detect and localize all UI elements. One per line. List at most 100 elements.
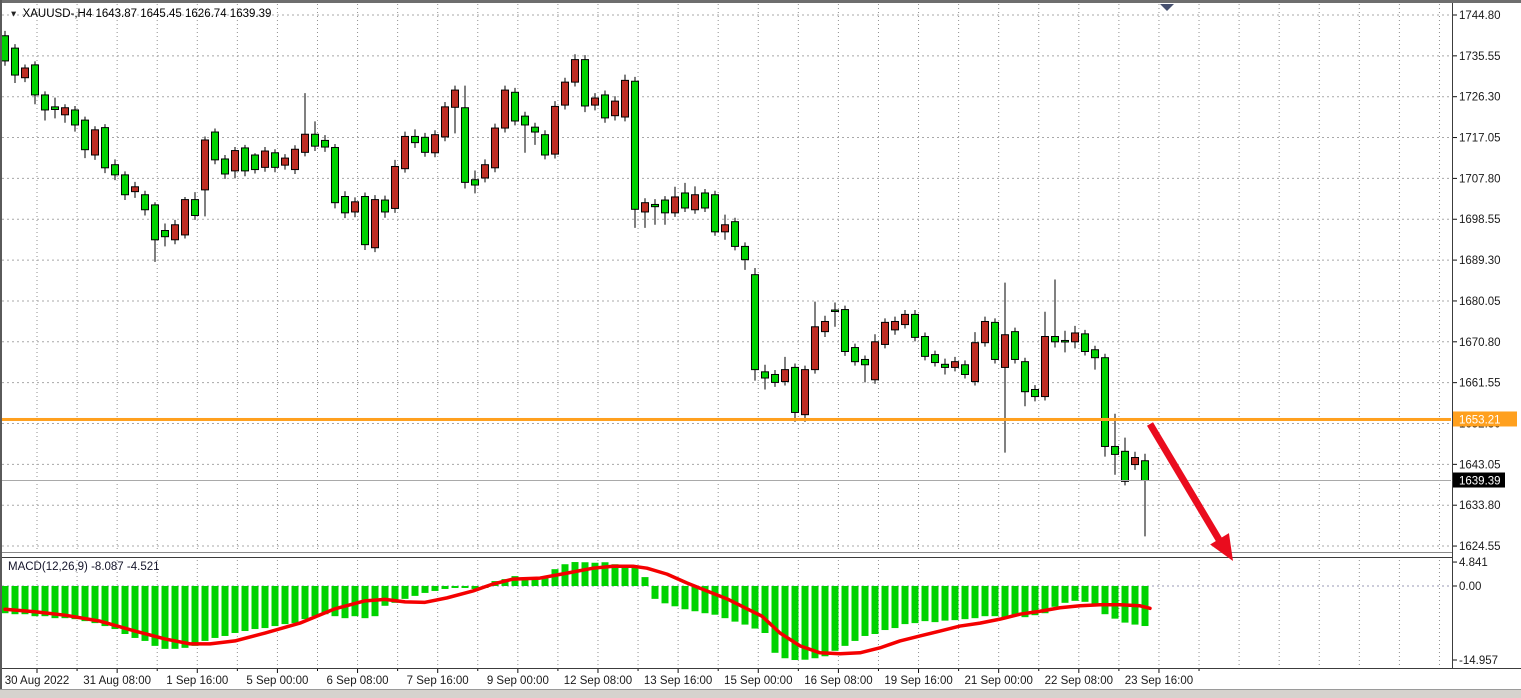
- candle-bear: [152, 205, 159, 240]
- candle-bear: [422, 137, 429, 152]
- macd-bar: [92, 586, 99, 623]
- macd-bar: [752, 586, 759, 629]
- chart-title: ▼ XAUUSD-,H4 1643.87 1645.45 1626.74 163…: [8, 8, 271, 20]
- macd-bar: [982, 586, 989, 616]
- macd-bar: [1012, 586, 1019, 616]
- window-left-edge: [0, 0, 2, 698]
- candle-bull: [722, 225, 729, 232]
- price-axis: 1744.801735.551726.301717.051707.801698.…: [1452, 10, 1501, 553]
- macd-bar: [82, 586, 89, 621]
- candle-bear: [222, 159, 229, 174]
- macd-bar: [412, 586, 419, 596]
- svg-text:1653.21: 1653.21: [1459, 414, 1501, 426]
- candle-bear: [522, 116, 529, 125]
- candle-bear: [1112, 446, 1119, 454]
- candle-bear: [472, 180, 479, 185]
- candle-bear: [732, 222, 739, 247]
- symbol-period-label: XAUUSD-,H4: [23, 8, 93, 20]
- macd-bar: [242, 586, 249, 631]
- macd-bar: [442, 586, 449, 589]
- macd-bar: [792, 586, 799, 660]
- macd-bar: [622, 566, 629, 586]
- candle-bull: [672, 197, 679, 213]
- candle-bear: [762, 372, 769, 378]
- svg-text:22 Sep 08:00: 22 Sep 08:00: [1045, 675, 1113, 687]
- macd-bar: [782, 586, 789, 658]
- symbol-dropdown-arrow-icon[interactable]: ▼: [9, 10, 18, 19]
- candle-bull: [592, 98, 599, 105]
- svg-text:16 Sep 08:00: 16 Sep 08:00: [804, 675, 872, 687]
- candle-bear: [932, 355, 939, 363]
- macd-bar: [1082, 586, 1089, 602]
- candle-bull: [952, 362, 959, 368]
- grid-lines: [2, 4, 1451, 667]
- candle-bear: [192, 200, 199, 216]
- svg-text:31 Aug 08:00: 31 Aug 08:00: [83, 675, 151, 687]
- candle-bear: [962, 365, 969, 375]
- macd-bar: [952, 586, 959, 620]
- candle-bear: [792, 367, 799, 412]
- macd-bar: [912, 586, 919, 623]
- macd-bar: [862, 586, 869, 636]
- candle-bull: [1132, 458, 1139, 465]
- svg-text:1670.80: 1670.80: [1459, 337, 1501, 349]
- macd-bar: [422, 586, 429, 593]
- candle-bull: [692, 195, 699, 210]
- candle-bear: [862, 359, 869, 364]
- ohlc-high: 1645.45: [140, 8, 182, 20]
- macd-bar: [652, 586, 659, 599]
- svg-text:1624.55: 1624.55: [1459, 541, 1501, 553]
- macd-bar: [812, 586, 819, 658]
- svg-text:1717.05: 1717.05: [1459, 133, 1501, 145]
- macd-bar: [232, 586, 239, 633]
- macd-bar: [282, 586, 289, 624]
- candle-bull: [372, 200, 379, 248]
- candle-bull: [432, 135, 439, 153]
- candle-bull: [132, 187, 139, 192]
- candle-bull: [622, 80, 629, 117]
- macd-bar: [192, 586, 199, 646]
- svg-text:9 Sep 00:00: 9 Sep 00:00: [487, 675, 549, 687]
- candle-bull: [882, 322, 889, 344]
- macd-bar: [432, 586, 439, 591]
- ohlc-low: 1626.74: [185, 8, 227, 20]
- macd-bar: [712, 586, 719, 615]
- candle-bull: [902, 314, 909, 324]
- macd-bar: [402, 586, 409, 599]
- svg-text:1 Sep 16:00: 1 Sep 16:00: [166, 675, 228, 687]
- price-chart-canvas[interactable]: 1744.801735.551726.301717.051707.801698.…: [0, 0, 1521, 698]
- macd-bar: [1002, 586, 1009, 617]
- macd-bar: [642, 577, 649, 586]
- candle-bear: [1082, 334, 1089, 352]
- svg-text:1698.55: 1698.55: [1459, 214, 1501, 226]
- svg-text:21 Sep 00:00: 21 Sep 00:00: [964, 675, 1032, 687]
- candle-bear: [662, 200, 669, 213]
- macd-bar: [922, 586, 929, 621]
- candle-bull: [822, 321, 829, 331]
- candle-bull: [292, 149, 299, 169]
- candle-bull: [232, 151, 239, 171]
- macd-bar: [312, 586, 319, 616]
- macd-bar: [342, 586, 349, 618]
- macd-bar: [182, 586, 189, 648]
- candle-bear: [1122, 451, 1129, 481]
- time-axis: 30 Aug 202231 Aug 08:001 Sep 16:005 Sep …: [5, 668, 1199, 687]
- candle-bear: [992, 322, 999, 359]
- red-down-arrow-annotation: [1150, 424, 1233, 561]
- candle-bear: [1012, 332, 1019, 360]
- candle-bear: [382, 200, 389, 212]
- candle-bear: [1142, 461, 1149, 481]
- macd-bar: [1092, 586, 1099, 605]
- macd-bar: [632, 566, 639, 586]
- macd-bar: [582, 562, 589, 586]
- svg-text:4.841: 4.841: [1459, 557, 1488, 569]
- macd-bar: [892, 586, 899, 628]
- candle-bull: [1042, 336, 1049, 396]
- macd-bar: [772, 586, 779, 653]
- candle-bear: [532, 127, 539, 132]
- candle-bull: [392, 166, 399, 208]
- candle-bear: [212, 132, 219, 160]
- macd-bar: [262, 586, 269, 628]
- svg-text:1633.80: 1633.80: [1459, 500, 1501, 512]
- candle-bear: [1062, 340, 1069, 342]
